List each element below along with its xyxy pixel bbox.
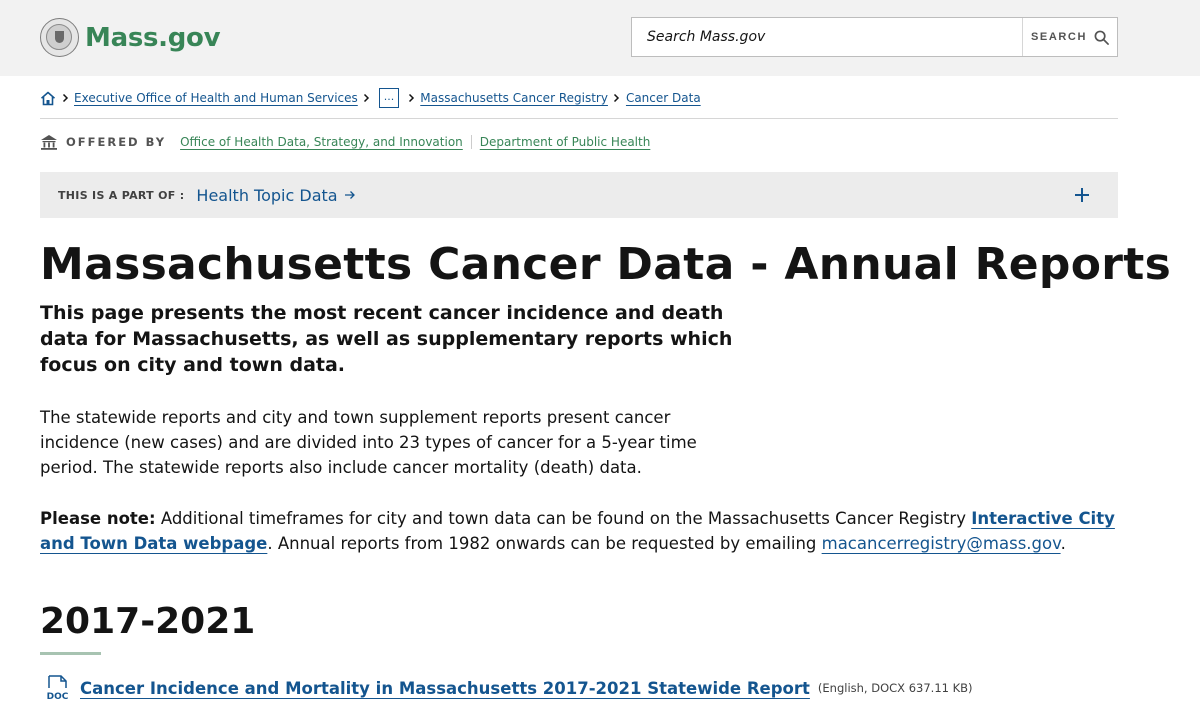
intro-paragraph: The statewide reports and city and town …	[40, 408, 697, 477]
page-title: Massachusetts Cancer Data - Annual Repor…	[40, 239, 1172, 290]
building-icon	[41, 135, 57, 150]
note-text: . Annual reports from 1982 onwards can b…	[267, 534, 822, 553]
search-input[interactable]	[632, 18, 1022, 56]
offered-by: OFFERED BY Office of Health Data, Strate…	[40, 132, 650, 152]
part-of-link[interactable]: Health Topic Data	[196, 186, 355, 205]
divider	[470, 135, 472, 149]
divider	[40, 118, 1118, 119]
home-icon[interactable]	[40, 91, 56, 106]
org-link-public-health[interactable]: Department of Public Health	[480, 135, 651, 149]
page-lede: This page presents the most recent cance…	[40, 302, 733, 376]
search-form: SEARCH	[631, 17, 1118, 57]
breadcrumb-expand-button[interactable]: ...	[378, 88, 400, 108]
note-paragraph: Please note: Additional timeframes for c…	[40, 506, 1120, 556]
document-meta: (English, DOCX 637.11 KB)	[817, 681, 973, 695]
site-brand[interactable]: Mass.gov	[85, 20, 221, 56]
breadcrumb-item-cancer-data[interactable]: Cancer Data	[626, 91, 701, 105]
chevron-right-icon	[610, 93, 624, 103]
part-of-bar: THIS IS A PART OF : Health Topic Data	[40, 172, 1118, 218]
doc-file-icon: DOC	[47, 675, 69, 702]
site-header: Mass.gov SEARCH	[0, 0, 1200, 76]
chevron-right-icon	[360, 93, 374, 103]
search-button[interactable]: SEARCH	[1022, 18, 1117, 56]
part-of-link-label: Health Topic Data	[196, 185, 338, 205]
note-label: Please note:	[40, 509, 156, 528]
heading-underline	[40, 652, 101, 655]
document-item: DOC Cancer Incidence and Mortality in Ma…	[40, 674, 973, 702]
chevron-right-icon	[404, 93, 418, 103]
part-of-label: THIS IS A PART OF :	[58, 188, 185, 202]
breadcrumb-item-cancer-registry[interactable]: Massachusetts Cancer Registry	[420, 91, 608, 105]
document-link[interactable]: Cancer Incidence and Mortality in Massac…	[80, 679, 810, 698]
plus-icon[interactable]	[1072, 185, 1092, 205]
org-link-health-data[interactable]: Office of Health Data, Strategy, and Inn…	[180, 135, 463, 149]
offered-by-label: OFFERED BY	[66, 135, 167, 149]
breadcrumb: Executive Office of Health and Human Ser…	[40, 88, 701, 108]
chevron-right-icon	[58, 93, 72, 103]
breadcrumb-item-eohhs[interactable]: Executive Office of Health and Human Ser…	[74, 91, 358, 105]
doc-icon-label: DOC	[47, 692, 69, 702]
search-button-label: SEARCH	[1030, 31, 1088, 43]
arrow-right-icon	[344, 191, 355, 199]
note-text: .	[1060, 534, 1066, 553]
search-icon	[1094, 30, 1109, 45]
email-link[interactable]: macancerregistry@mass.gov	[822, 534, 1061, 553]
section-heading: 2017-2021	[40, 601, 256, 642]
note-text: Additional timeframes for city and town …	[155, 509, 972, 528]
mass-seal-icon[interactable]	[40, 18, 79, 57]
